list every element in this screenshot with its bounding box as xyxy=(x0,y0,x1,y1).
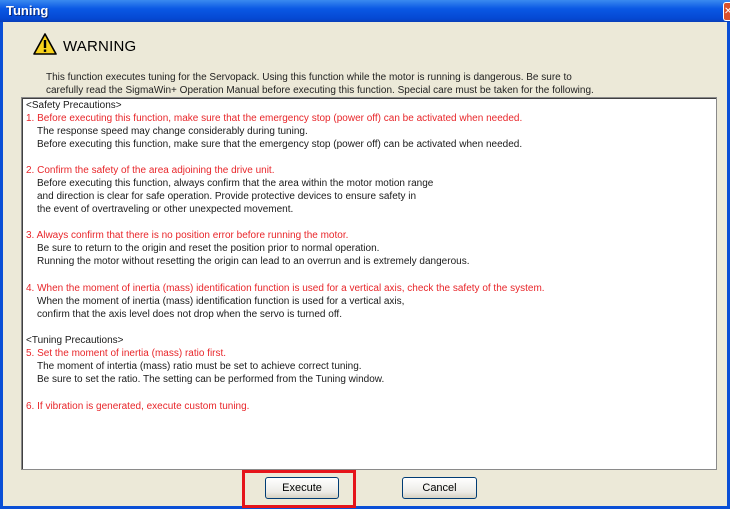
precaution-3-text: Be sure to return to the origin and rese… xyxy=(37,243,380,254)
precautions-panel[interactable]: <Safety Precautions> 1. Before executing… xyxy=(21,97,717,470)
precaution-4-text: confirm that the axis level does not dro… xyxy=(37,309,342,320)
window-title: Tuning xyxy=(6,3,49,18)
precaution-5-text: Be sure to set the ratio. The setting ca… xyxy=(37,374,385,385)
intro-line: This function executes tuning for the Se… xyxy=(46,72,572,83)
precaution-3-text: Running the motor without resetting the … xyxy=(37,256,470,267)
precaution-2-title: 2. Confirm the safety of the area adjoin… xyxy=(26,165,275,176)
precaution-6-title: 6. If vibration is generated, execute cu… xyxy=(26,401,250,412)
precaution-2-text: the event of overtraveling or other unex… xyxy=(37,204,294,215)
precaution-4-text: When the moment of inertia (mass) identi… xyxy=(37,296,405,307)
precaution-1-text: Before executing this function, make sur… xyxy=(37,139,523,150)
precaution-5-title: 5. Set the moment of inertia (mass) rati… xyxy=(26,348,227,359)
tuning-precautions-heading: <Tuning Precautions> xyxy=(26,335,124,346)
warning-heading: WARNING xyxy=(63,38,137,55)
intro-line: carefully read the SigmaWin+ Operation M… xyxy=(46,85,594,96)
close-icon[interactable]: ✕ xyxy=(723,2,730,21)
execute-button-highlight xyxy=(242,470,356,508)
precaution-4-title: 4. When the moment of inertia (mass) ide… xyxy=(26,283,545,294)
warning-triangle-icon xyxy=(33,33,57,55)
tuning-dialog: Tuning ✕ WARNING This function executes … xyxy=(0,0,730,509)
precaution-3-title: 3. Always confirm that there is no posit… xyxy=(26,230,349,241)
precaution-2-text: Before executing this function, always c… xyxy=(37,178,434,189)
precaution-1-title: 1. Before executing this function, make … xyxy=(26,113,523,124)
cancel-button[interactable]: Cancel xyxy=(402,477,477,499)
precaution-1-text: The response speed may change considerab… xyxy=(37,126,308,137)
title-bar[interactable]: Tuning ✕ xyxy=(0,0,730,22)
precaution-5-text: The moment of intertia (mass) ratio must… xyxy=(37,361,362,372)
safety-precautions-heading: <Safety Precautions> xyxy=(26,100,122,111)
precaution-2-text: and direction is clear for safe operatio… xyxy=(37,191,417,202)
warning-intro: This function executes tuning for the Se… xyxy=(46,71,721,97)
